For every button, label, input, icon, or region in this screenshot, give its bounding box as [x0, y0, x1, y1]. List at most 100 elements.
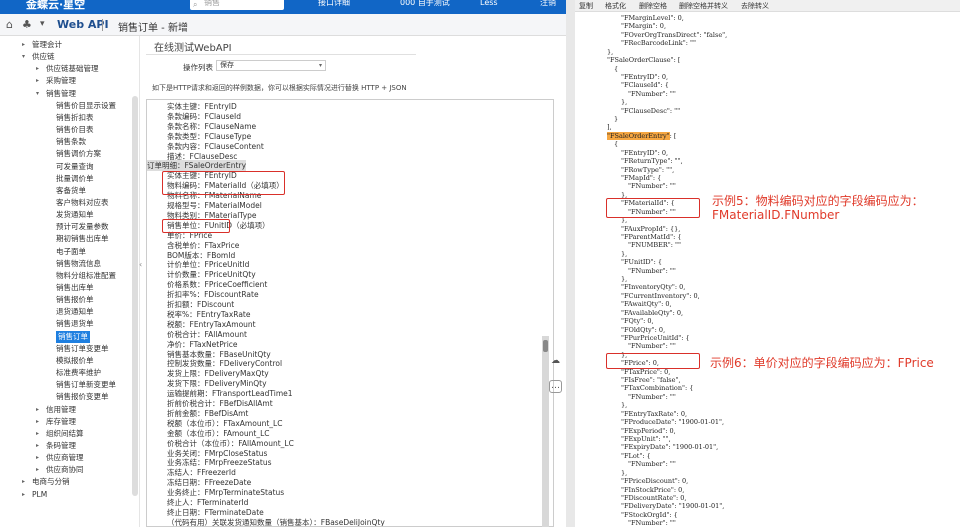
- heading-divider: [146, 54, 416, 55]
- tab-web-api[interactable]: Web API: [57, 18, 109, 31]
- topbar-user[interactable]: Less: [480, 0, 498, 9]
- chevron-right-icon: ▸: [36, 417, 40, 425]
- sidebar-item-label: 信用管理: [46, 404, 76, 414]
- sidebar-item-label: 销售管理: [46, 88, 76, 98]
- page-scrollbar-thumb[interactable]: [543, 340, 548, 352]
- home-icon[interactable]: ⌂: [6, 18, 13, 31]
- logout-link[interactable]: 注销: [540, 0, 556, 9]
- operation-select[interactable]: 保存 ▾: [216, 60, 326, 71]
- remove-spaces-escape-button[interactable]: 删除空格并转义: [679, 1, 728, 11]
- sidebar-item[interactable]: 物料分组标准配置: [56, 270, 116, 282]
- topbar-org-selector[interactable]: 000 自手测试: [400, 0, 450, 9]
- copy-button[interactable]: 复制: [579, 1, 593, 11]
- json-line: "FRecBarcodeLink": "": [621, 39, 696, 48]
- sidebar-item-label: 库存管理: [46, 416, 76, 426]
- sidebar-item[interactable]: ▸ 供应商管理: [36, 452, 84, 464]
- remove-spaces-button[interactable]: 删除空格: [639, 1, 667, 11]
- json-line-rest: : [: [669, 131, 677, 140]
- sidebar-item[interactable]: 标准费率维护: [56, 367, 101, 379]
- top-bar: 金蝶云·星空 ⌕ 销售 接口详细 000 自手测试 Less 注销: [0, 0, 574, 14]
- json-viewer: "FMarginLevel": 0, "FMargin": 0, "FOverOrg…: [575, 12, 960, 527]
- topbar-link-api[interactable]: 接口详细: [318, 0, 350, 9]
- sidebar-item[interactable]: 销售退货单: [56, 318, 94, 330]
- sidebar-item[interactable]: 销售折扣表: [56, 112, 94, 124]
- sidebar-item[interactable]: 销售订单新变更单: [56, 379, 116, 391]
- sidebar-item[interactable]: 销售价目显示设置: [56, 100, 116, 112]
- sidebar-item[interactable]: 发货通知单: [56, 209, 94, 221]
- sidebar-item-label: 销售价目表: [56, 125, 94, 135]
- panel-divider: [566, 0, 575, 527]
- sidebar-item[interactable]: ▸ 供应商协同: [36, 464, 84, 476]
- chevron-right-icon: ▸: [36, 441, 40, 449]
- sidebar-scrollbar[interactable]: [132, 96, 138, 496]
- chevron-right-icon: ▸: [22, 490, 26, 498]
- annotation-example6: 示例6：单价对应的字段编码应为：FPrice: [710, 356, 934, 370]
- sidebar-item[interactable]: 可发量查询: [56, 161, 94, 173]
- sidebar-item[interactable]: ▸ 条码管理: [36, 440, 76, 452]
- sidebar-item-label: 销售订单新变更单: [56, 380, 116, 390]
- highlight-box-price: [162, 219, 230, 233]
- sidebar-item[interactable]: 销售订单变更单: [56, 343, 109, 355]
- field-list-textarea[interactable]: 实体主键：FEntryID 条款编码：FClauseId 条款名称：FClauseN…: [146, 99, 554, 527]
- chevron-right-icon: ▸: [22, 478, 26, 486]
- json-line: {: [614, 140, 619, 149]
- sidebar-item[interactable]: 销售物流信息: [56, 258, 101, 270]
- json-line: "FNumber": "": [628, 460, 676, 469]
- sidebar-item[interactable]: 销售报价变更单: [56, 391, 109, 403]
- sidebar-nav: ▸ 管理会计 ▾ 供应链 ▸ 供应链基础管理 ▸ 采购管理 ▾ 销售管理 销售价目显示设置 销售折扣表…: [0, 36, 140, 527]
- sidebar-item-label: 电子面单: [56, 246, 86, 256]
- sidebar-item-label: 销售物流信息: [56, 258, 101, 268]
- sidebar-item[interactable]: ▸ 库存管理: [36, 416, 76, 428]
- sidebar-item[interactable]: 模拟报价单: [56, 355, 94, 367]
- cloud-icon[interactable]: ☁: [549, 356, 562, 369]
- unescape-button[interactable]: 去除转义: [741, 1, 769, 11]
- comment-icon[interactable]: …: [549, 380, 562, 393]
- sidebar-item[interactable]: ▸ 信用管理: [36, 404, 76, 416]
- sidebar-item[interactable]: ▸ 管理会计: [22, 39, 62, 51]
- sidebar-item-label: 发货通知单: [56, 210, 94, 220]
- sidebar-item-label: 客备货单: [56, 185, 86, 195]
- sidebar-item[interactable]: 销售出库单: [56, 282, 94, 294]
- sidebar-item[interactable]: 期初销售出库单: [56, 233, 109, 245]
- sidebar-item[interactable]: ▸ 电商与分销: [22, 476, 70, 488]
- json-line: "FNumber": "": [628, 266, 676, 275]
- sidebar-item[interactable]: ▸ 供应链基础管理: [36, 63, 99, 75]
- page-scrollbar[interactable]: [542, 336, 549, 527]
- format-button[interactable]: 格式化: [605, 1, 626, 11]
- tab-sales-order-new[interactable]: 销售订单 - 新增: [118, 19, 188, 34]
- sidebar-item[interactable]: 销售价目表: [56, 124, 94, 136]
- sidebar-item[interactable]: ▸ PLM: [22, 489, 47, 501]
- json-line: "FNumber": "": [628, 342, 676, 351]
- sidebar-item-label: 退货通知单: [56, 307, 94, 317]
- collapse-sidebar-icon[interactable]: ‹: [139, 260, 145, 278]
- sidebar-item[interactable]: ▾ 供应链: [22, 51, 55, 63]
- sidebar-item-label: 供应商管理: [46, 453, 84, 463]
- sidebar-item[interactable]: ▸ 组织间结算: [36, 428, 84, 440]
- sidebar-item[interactable]: 客户物料对应表: [56, 197, 109, 209]
- sidebar-item[interactable]: 销售报价单: [56, 294, 94, 306]
- chevron-right-icon: ▸: [36, 429, 40, 437]
- global-search-input[interactable]: ⌕ 销售: [190, 0, 284, 10]
- sidebar-item[interactable]: 客备货单: [56, 185, 86, 197]
- sidebar-item-label: 销售调价方案: [56, 149, 101, 159]
- chevron-right-icon: ▸: [36, 405, 40, 413]
- sidebar-item[interactable]: 预计可发量参数: [56, 221, 109, 233]
- json-line: "FNumber": "": [628, 392, 676, 401]
- sidebar-item[interactable]: 销售条款: [56, 136, 86, 148]
- tree-icon[interactable]: ♣: [22, 18, 32, 31]
- sidebar-item-label: 组织间结算: [46, 428, 84, 438]
- sidebar-item-label: 采购管理: [46, 76, 76, 86]
- sidebar-item-label: 批量调价单: [56, 173, 94, 183]
- sidebar-item[interactable]: 电子面单: [56, 246, 86, 258]
- sidebar-item[interactable]: 销售订单: [56, 330, 90, 343]
- sidebar-item[interactable]: ▾ 销售管理: [36, 88, 76, 100]
- chevron-down-icon[interactable]: ▾: [40, 19, 45, 29]
- sidebar-item-label: 供应链: [32, 52, 55, 62]
- sidebar-item[interactable]: ▸ 采购管理: [36, 75, 76, 87]
- json-line: {: [614, 64, 619, 73]
- sidebar-item[interactable]: 批量调价单: [56, 173, 94, 185]
- sidebar-item[interactable]: 退货通知单: [56, 306, 94, 318]
- hint-text: 如下是HTTP请求和返回的样例数据，你可以根据实际情况进行替换 HTTP + J…: [152, 84, 407, 92]
- sidebar-item[interactable]: 销售调价方案: [56, 148, 101, 160]
- operation-label: 操作列表: [183, 63, 213, 72]
